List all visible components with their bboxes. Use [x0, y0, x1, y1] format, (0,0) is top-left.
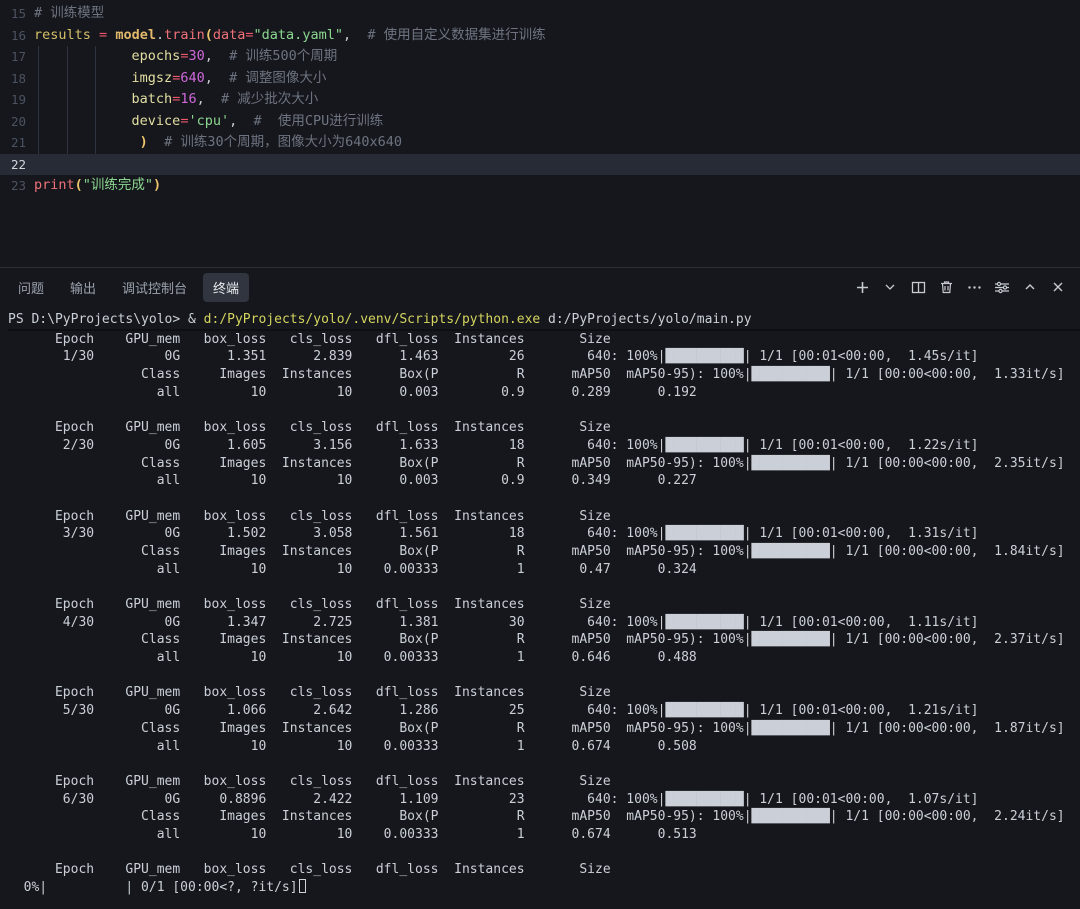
panel-tab-debug-console[interactable]: 调试控制台 [112, 273, 197, 302]
code-line: 22 [0, 154, 1080, 176]
ellipsis-icon [967, 280, 982, 295]
terminal-line: 2/30 0G 1.605 3.156 1.633 18 640: 100%|█… [8, 437, 1080, 455]
line-number: 23 [0, 175, 26, 197]
bottom-panel: 问题输出调试控制台终端 [0, 268, 1080, 908]
plus-icon [855, 280, 870, 295]
chevron-down-icon [884, 281, 896, 293]
terminal-line [8, 490, 1080, 508]
terminal-line: Class Images Instances Box(P R mAP50 mAP… [8, 366, 1080, 384]
terminal-line: 3/30 0G 1.502 3.058 1.561 18 640: 100%|█… [8, 525, 1080, 543]
line-number: 22 [0, 154, 26, 176]
terminal-progress-line: 0%| | 0/1 [00:00<?, ?it/s] [8, 879, 1080, 897]
code-line: 18 imgsz=640, # 调整图像大小 [0, 68, 1080, 90]
terminal-line [8, 578, 1080, 596]
terminal-line: Class Images Instances Box(P R mAP50 mAP… [8, 720, 1080, 738]
kill-terminal-button[interactable] [934, 275, 958, 299]
terminal-line: Epoch GPU_mem box_loss cls_loss dfl_loss… [8, 861, 1080, 879]
terminal-line: Epoch GPU_mem box_loss cls_loss dfl_loss… [8, 331, 1080, 349]
terminal-line: 5/30 0G 1.066 2.642 1.286 25 640: 100%|█… [8, 702, 1080, 720]
line-number: 15 [0, 3, 26, 25]
terminal-line: Class Images Instances Box(P R mAP50 mAP… [8, 455, 1080, 473]
panel-header: 问题输出调试控制台终端 [0, 268, 1080, 306]
chevron-up-icon [1024, 281, 1036, 293]
panel-tabs: 问题输出调试控制台终端 [8, 273, 249, 302]
terminal-line [8, 844, 1080, 862]
code-line: 16results = model.train(data="data.yaml"… [0, 25, 1080, 47]
code-editor[interactable]: 15# 训练模型16results = model.train(data="da… [0, 0, 1080, 268]
more-actions-button[interactable] [962, 275, 986, 299]
terminal-line: all 10 10 0.00333 1 0.674 0.513 [8, 826, 1080, 844]
terminal-output[interactable]: PS D:\PyProjects\yolo> & d:/PyProjects/y… [0, 306, 1080, 897]
terminal-line [8, 755, 1080, 773]
terminal-command-line: PS D:\PyProjects\yolo> & d:/PyProjects/y… [8, 311, 1080, 331]
terminal-line: 4/30 0G 1.347 2.725 1.381 30 640: 100%|█… [8, 614, 1080, 632]
close-panel-button[interactable] [1046, 275, 1070, 299]
maximize-panel-button[interactable] [1018, 275, 1042, 299]
terminal-line: Epoch GPU_mem box_loss cls_loss dfl_loss… [8, 684, 1080, 702]
line-number: 17 [0, 46, 26, 68]
panel-actions [850, 275, 1070, 299]
terminal-line: 6/30 0G 0.8896 2.422 1.109 23 640: 100%|… [8, 791, 1080, 809]
terminal-line: all 10 10 0.003 0.9 0.349 0.227 [8, 472, 1080, 490]
split-terminal-button[interactable] [906, 275, 930, 299]
code-lines: 15# 训练模型16results = model.train(data="da… [0, 3, 1080, 197]
terminal-line: Epoch GPU_mem box_loss cls_loss dfl_loss… [8, 419, 1080, 437]
terminal-cursor [299, 879, 306, 893]
split-icon [911, 280, 926, 295]
line-number: 19 [0, 89, 26, 111]
terminal-profile-dropdown[interactable] [878, 275, 902, 299]
terminal-line: Class Images Instances Box(P R mAP50 mAP… [8, 808, 1080, 826]
code-line: 17 epochs=30, # 训练500个周期 [0, 46, 1080, 68]
line-number: 20 [0, 111, 26, 133]
code-line: 19 batch=16, # 减少批次大小 [0, 89, 1080, 111]
close-icon [1052, 281, 1064, 293]
vscode-window: 15# 训练模型16results = model.train(data="da… [0, 0, 1080, 909]
panel-tab-output[interactable]: 输出 [60, 273, 106, 302]
line-number: 21 [0, 132, 26, 154]
terminal-line: all 10 10 0.00333 1 0.674 0.508 [8, 738, 1080, 756]
terminal-line: Class Images Instances Box(P R mAP50 mAP… [8, 631, 1080, 649]
terminal-line: 1/30 0G 1.351 2.839 1.463 26 640: 100%|█… [8, 348, 1080, 366]
terminal-line: Class Images Instances Box(P R mAP50 mAP… [8, 543, 1080, 561]
code-line: 23print("训练完成") [0, 175, 1080, 197]
terminal-line: Epoch GPU_mem box_loss cls_loss dfl_loss… [8, 596, 1080, 614]
code-line: 21 ) # 训练30个周期，图像大小为640x640 [0, 132, 1080, 154]
terminal-line [8, 401, 1080, 419]
terminal-line: Epoch GPU_mem box_loss cls_loss dfl_loss… [8, 773, 1080, 791]
tune-icon [994, 280, 1010, 295]
line-number: 18 [0, 68, 26, 90]
terminal-line: Epoch GPU_mem box_loss cls_loss dfl_loss… [8, 508, 1080, 526]
code-line: 20 device='cpu', # 使用CPU进行训练 [0, 111, 1080, 133]
terminal-line: all 10 10 0.00333 1 0.47 0.324 [8, 561, 1080, 579]
terminal-line [8, 667, 1080, 685]
code-line: 15# 训练模型 [0, 3, 1080, 25]
panel-tab-problems[interactable]: 问题 [8, 273, 54, 302]
line-number: 16 [0, 25, 26, 47]
launch-profile-button[interactable] [990, 275, 1014, 299]
trash-icon [939, 280, 954, 295]
panel-tab-terminal[interactable]: 终端 [203, 273, 249, 302]
new-terminal-button[interactable] [850, 275, 874, 299]
terminal-line: all 10 10 0.00333 1 0.646 0.488 [8, 649, 1080, 667]
terminal-line: all 10 10 0.003 0.9 0.289 0.192 [8, 384, 1080, 402]
